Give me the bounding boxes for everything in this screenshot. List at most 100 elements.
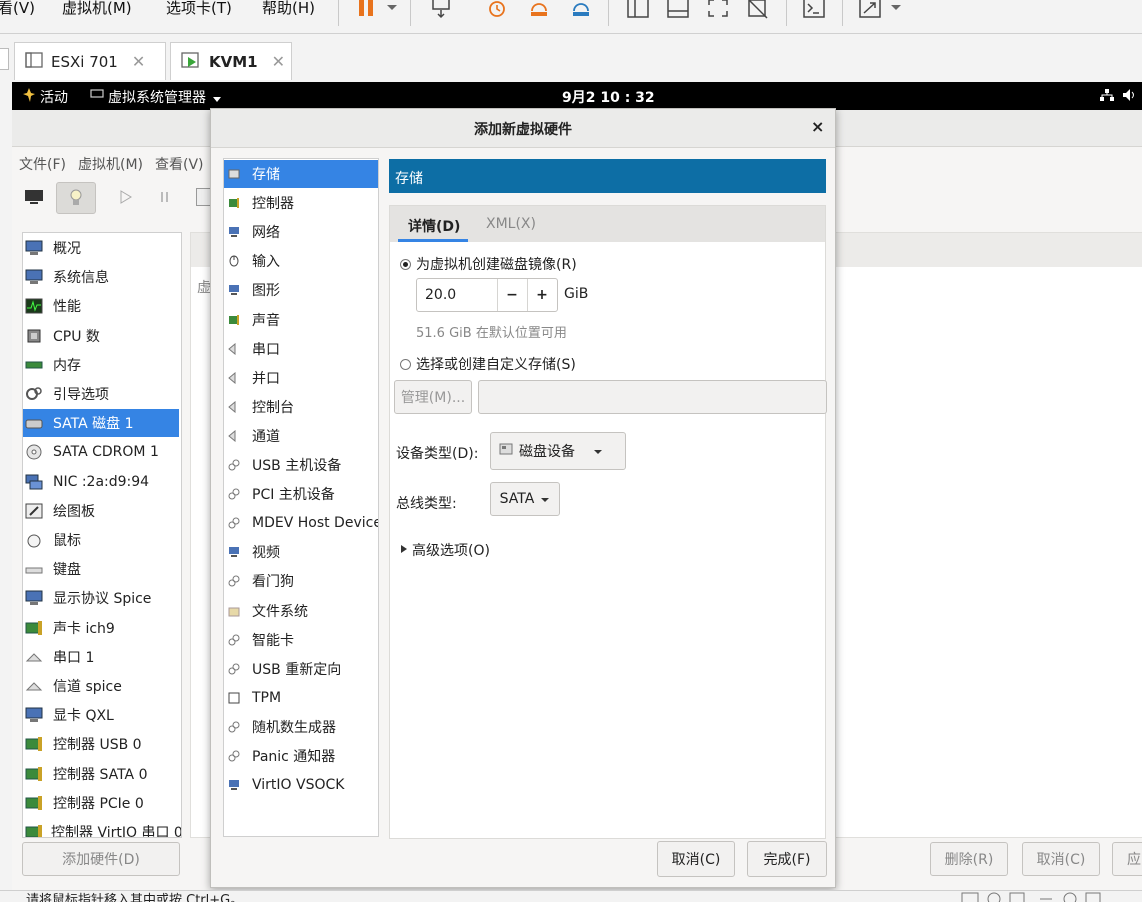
sidebar-item[interactable]: CPU 数 xyxy=(23,322,179,350)
sidebar-item[interactable]: 串口 1 xyxy=(23,643,179,671)
snapshot-manager-icon[interactable] xyxy=(568,0,594,22)
sidebar-item[interactable]: 系统信息 xyxy=(23,263,179,291)
menu-view[interactable]: 看(V) xyxy=(0,0,35,18)
menu-vm[interactable]: 虚拟机(M) xyxy=(62,0,132,18)
revert-snapshot-icon[interactable] xyxy=(526,0,552,22)
hardware-type-item[interactable]: 随机数生成器 xyxy=(224,713,378,741)
create-image-radio[interactable]: 为虚拟机创建磁盘镜像(R) xyxy=(400,254,577,274)
clock[interactable]: 9月2 10 : 32 xyxy=(562,87,655,107)
hardware-type-item[interactable]: 文件系统 xyxy=(224,597,378,625)
add-hardware-button[interactable]: 添加硬件(D) xyxy=(22,842,180,876)
console-icon[interactable] xyxy=(800,0,828,22)
sidebar-item[interactable]: 显卡 QXL xyxy=(23,701,179,729)
close-icon[interactable]: ✕ xyxy=(132,52,145,71)
tab-xml[interactable]: XML(X) xyxy=(486,216,536,232)
hardware-type-item[interactable]: 并口 xyxy=(224,364,378,392)
hardware-type-item[interactable]: 存储 xyxy=(224,160,378,188)
hardware-type-item[interactable]: MDEV Host Device xyxy=(224,509,378,537)
unity-icon[interactable] xyxy=(744,0,772,22)
bus-type-combo[interactable]: SATA xyxy=(490,482,560,516)
hardware-type-item[interactable]: 看门狗 xyxy=(224,567,378,595)
send-keys-icon[interactable] xyxy=(428,0,454,22)
pause-icon[interactable] xyxy=(160,191,170,207)
vmm-menu-view[interactable]: 查看(V) xyxy=(155,154,204,174)
hardware-type-label: 视频 xyxy=(252,545,280,562)
hardware-type-item[interactable]: 控制台 xyxy=(224,393,378,421)
hardware-type-item[interactable]: 声音 xyxy=(224,306,378,334)
snapshot-icon[interactable] xyxy=(484,0,510,22)
hardware-type-item[interactable]: 图形 xyxy=(224,276,378,304)
vmm-menu-vm[interactable]: 虚拟机(M) xyxy=(78,154,143,174)
details-view-button[interactable] xyxy=(56,182,96,214)
sidebar-item[interactable]: 内存 xyxy=(23,351,179,379)
close-icon[interactable]: × xyxy=(811,117,824,136)
run-icon[interactable] xyxy=(120,190,132,208)
tab-esxi-701[interactable]: ESXi 701 ✕ xyxy=(14,42,166,80)
hardware-type-item[interactable]: Panic 通知器 xyxy=(224,742,378,770)
device-type-combo[interactable]: 磁盘设备 xyxy=(490,432,626,470)
close-icon[interactable]: ✕ xyxy=(272,52,285,71)
hardware-type-item[interactable]: 串口 xyxy=(224,335,378,363)
sidebar-item[interactable]: 声卡 ich9 xyxy=(23,614,179,642)
decrement-button[interactable]: − xyxy=(497,279,527,311)
hardware-type-item[interactable]: USB 主机设备 xyxy=(224,451,378,479)
activities-icon[interactable] xyxy=(22,87,36,107)
sidebar-view-icon[interactable] xyxy=(624,0,652,22)
sidebar-item[interactable]: 控制器 USB 0 xyxy=(23,730,179,758)
sidebar-item[interactable]: 控制器 PCIe 0 xyxy=(23,789,179,817)
manage-button[interactable]: 管理(M)... xyxy=(394,380,472,414)
network-status-icon[interactable] xyxy=(1100,88,1114,106)
smartcard-icon xyxy=(228,634,240,646)
pause-icon[interactable] xyxy=(354,0,378,22)
fullscreen-icon[interactable] xyxy=(704,0,732,22)
chevron-down-icon[interactable] xyxy=(888,0,904,22)
sidebar-item[interactable]: 鼠标 xyxy=(23,526,179,554)
hardware-type-item[interactable]: USB 重新定向 xyxy=(224,655,378,683)
tab-details[interactable]: 详情(D) xyxy=(398,206,468,242)
sidebar-item[interactable]: 控制器 SATA 0 xyxy=(23,760,179,788)
hardware-type-item[interactable]: VirtIO VSOCK xyxy=(224,771,378,799)
sidebar-item[interactable]: 键盘 xyxy=(23,555,179,583)
apply-button[interactable]: 应 xyxy=(1112,842,1142,876)
hardware-type-item[interactable]: 输入 xyxy=(224,247,378,275)
console-view-icon[interactable] xyxy=(24,188,44,210)
sidebar-item[interactable]: 性能 xyxy=(23,292,179,320)
storage-path-input[interactable] xyxy=(478,380,827,414)
hardware-type-item[interactable]: 通道 xyxy=(224,422,378,450)
sidebar-item[interactable]: 引导选项 xyxy=(23,380,179,408)
volume-icon[interactable] xyxy=(1122,88,1136,106)
stretch-view-icon[interactable] xyxy=(856,0,884,22)
vmm-menu-file[interactable]: 文件(F) xyxy=(19,154,66,174)
hardware-type-item[interactable]: 视频 xyxy=(224,538,378,566)
size-input[interactable]: 20.0 xyxy=(425,287,456,303)
menu-help[interactable]: 帮助(H) xyxy=(262,0,315,18)
hardware-type-item[interactable]: TPM xyxy=(224,684,378,712)
finish-button[interactable]: 完成(F) xyxy=(747,841,827,877)
tab-kvm1[interactable]: KVM1 ✕ xyxy=(170,42,292,80)
hardware-type-item[interactable]: 智能卡 xyxy=(224,626,378,654)
sidebar-item[interactable]: 控制器 VirtIO 串口 0 xyxy=(23,818,181,837)
sidebar-item[interactable]: 概况 xyxy=(23,234,179,262)
increment-button[interactable]: + xyxy=(527,279,557,311)
sidebar-item[interactable]: NIC :2a:d9:94 xyxy=(23,468,179,496)
sidebar-item[interactable]: 显示协议 Spice xyxy=(23,584,179,612)
sidebar-item[interactable]: SATA CDROM 1 xyxy=(23,438,179,466)
app-menu[interactable]: 虚拟系统管理器 xyxy=(108,87,206,107)
dialog-cancel-button[interactable]: 取消(C) xyxy=(657,841,735,877)
activities-button[interactable]: 活动 xyxy=(40,87,68,107)
hardware-type-item[interactable]: PCI 主机设备 xyxy=(224,480,378,508)
menu-tabs[interactable]: 选项卡(T) xyxy=(166,0,232,18)
controller-icon xyxy=(25,824,43,837)
chevron-down-icon[interactable] xyxy=(384,0,400,22)
cancel-button[interactable]: 取消(C) xyxy=(1022,842,1100,876)
hardware-type-item[interactable]: 网络 xyxy=(224,218,378,246)
sidebar-item[interactable]: 绘图板 xyxy=(23,497,179,525)
sidebar-item[interactable]: 信道 spice xyxy=(23,672,179,700)
remove-button[interactable]: 删除(R) xyxy=(930,842,1008,876)
advanced-options-expander[interactable]: 高级选项(O) xyxy=(400,540,490,560)
sidebar-item[interactable]: SATA 磁盘 1 xyxy=(23,409,179,438)
custom-storage-radio[interactable]: 选择或创建自定义存储(S) xyxy=(400,354,576,374)
thumbnail-view-icon[interactable] xyxy=(664,0,692,22)
chevron-down-icon[interactable] xyxy=(212,91,222,107)
hardware-type-item[interactable]: 控制器 xyxy=(224,189,378,217)
